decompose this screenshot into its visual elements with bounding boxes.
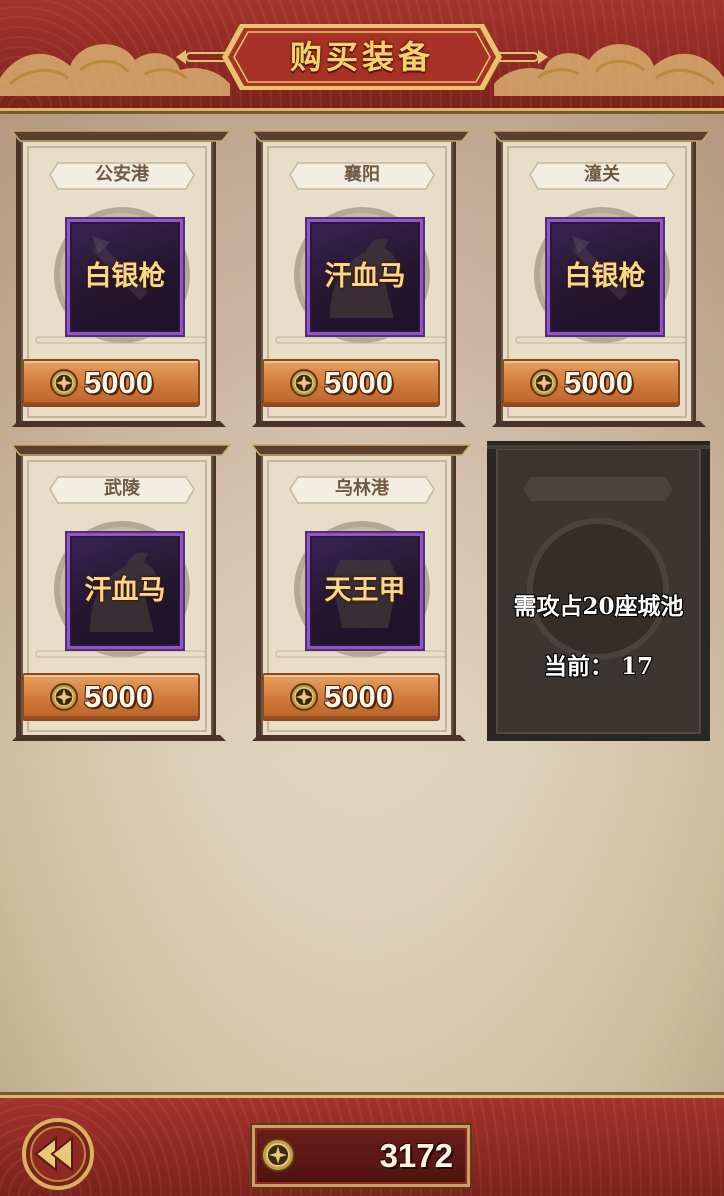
item-slot[interactable]: 天王甲 xyxy=(307,533,423,649)
buy-button[interactable]: 5000 xyxy=(22,359,200,407)
price-label: 5000 xyxy=(84,365,153,400)
item-slot[interactable]: 汗血马 xyxy=(67,533,183,649)
price-label: 5000 xyxy=(324,365,393,400)
item-name: 天王甲 xyxy=(324,575,406,606)
currency-amount: 3172 xyxy=(379,1137,453,1174)
item-slot[interactable]: 汗血马 xyxy=(307,219,423,335)
price-label: 5000 xyxy=(324,679,393,714)
coin-icon xyxy=(290,369,318,397)
buy-button[interactable]: 5000 xyxy=(22,673,200,721)
item-name: 汗血马 xyxy=(324,261,406,292)
buy-button[interactable]: 5000 xyxy=(262,673,440,721)
back-button[interactable] xyxy=(22,1118,94,1190)
currency-display: 3172 xyxy=(252,1125,470,1187)
coin-icon xyxy=(290,683,318,711)
shop-card: 乌林港 天王甲 5000 xyxy=(252,441,472,741)
city-name: 潼关 xyxy=(584,164,620,185)
city-name: 公安港 xyxy=(95,164,149,185)
shop-card: 潼关 白银枪 5000 xyxy=(492,127,712,427)
item-slot[interactable]: 白银枪 xyxy=(67,219,183,335)
shop-card: 武陵 汗血马 5000 xyxy=(12,441,232,741)
coin-icon xyxy=(50,683,78,711)
price-label: 5000 xyxy=(564,365,633,400)
coin-icon xyxy=(50,369,78,397)
current-progress-text: 当前： 17 xyxy=(543,653,653,680)
price-label: 5000 xyxy=(84,679,153,714)
item-name: 白银枪 xyxy=(564,261,646,292)
coin-icon xyxy=(261,1138,295,1172)
city-name: 武陵 xyxy=(104,478,140,499)
item-slot[interactable]: 白银枪 xyxy=(547,219,663,335)
shop-card: 襄阳 汗血马 5000 xyxy=(252,127,472,427)
buy-button[interactable]: 5000 xyxy=(262,359,440,407)
item-name: 汗血马 xyxy=(84,575,166,606)
shop-card: 公安港 白银枪 5000 xyxy=(12,127,232,427)
city-name: 乌林港 xyxy=(335,478,389,499)
page-title: 购买装备 xyxy=(289,38,434,76)
coin-icon xyxy=(530,369,558,397)
unlock-requirement-text: 需攻占20座城池 xyxy=(513,593,684,620)
item-name: 白银枪 xyxy=(84,261,166,292)
city-name: 襄阳 xyxy=(344,164,380,185)
header-bar: 购买装备 xyxy=(0,0,724,108)
locked-shop-slot: 需攻占20座城池 当前： 17 xyxy=(487,441,710,741)
buy-button[interactable]: 5000 xyxy=(502,359,680,407)
